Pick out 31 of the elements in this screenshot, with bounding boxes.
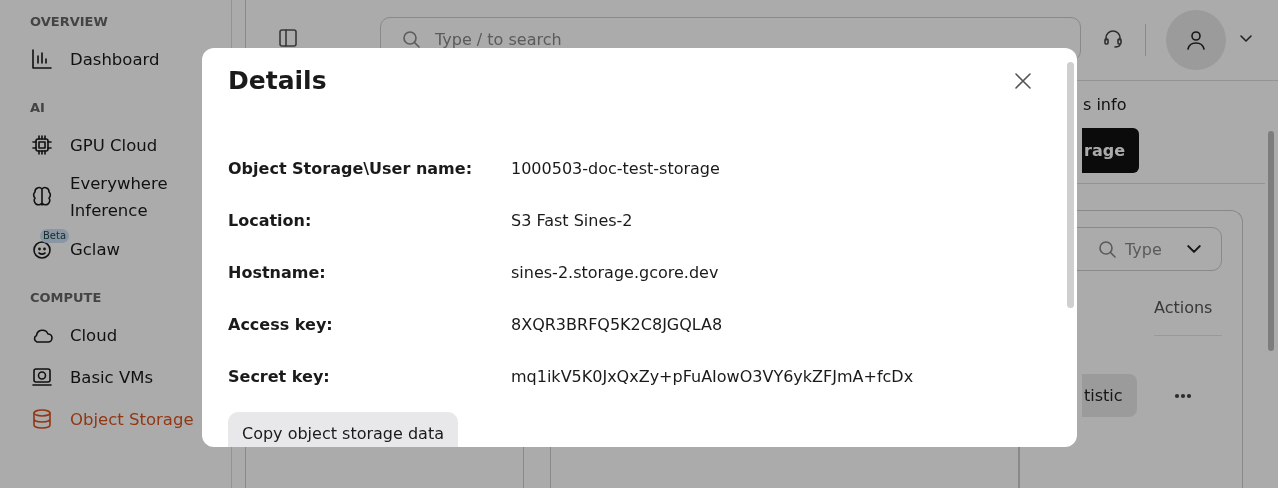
beta-badge: Beta — [40, 229, 70, 243]
primary-button[interactable]: rage — [1082, 128, 1139, 173]
info-text: s info — [1083, 95, 1128, 114]
field-value: 1000503-doc-test-storage — [511, 159, 721, 178]
field-label: Location: — [228, 211, 313, 230]
bar-chart-icon — [30, 47, 54, 71]
scrollbar-thumb[interactable] — [1268, 131, 1274, 351]
field-value: sines-2.storage.gcore.dev — [511, 263, 720, 282]
section-heading: AI — [30, 100, 46, 116]
section-heading: COMPUTE — [30, 290, 103, 306]
copy-button[interactable]: Copy object storage data — [228, 412, 458, 447]
sidebar-item[interactable]: GPU Cloud — [30, 128, 231, 162]
field-value: 8XQR3BRFQ5K2C8JGQLA8 — [511, 315, 724, 334]
field-label: Access key: — [228, 315, 334, 334]
dialog-title: Details — [228, 66, 327, 95]
field-label: Hostname: — [228, 263, 327, 282]
database-icon — [30, 407, 54, 431]
brain-icon — [30, 185, 54, 209]
chevron-down-icon — [1187, 245, 1201, 253]
monitor-icon — [30, 365, 54, 389]
field-value: S3 Fast Sines-2 — [511, 211, 634, 230]
scrollbar-thumb[interactable] — [1067, 62, 1074, 308]
field-label: Secret key: — [228, 367, 331, 386]
field-label: Object Storage\User name: — [228, 159, 474, 178]
chip-icon — [30, 133, 54, 157]
field-value: mq1ikV5K0JxQxZy+pFuAIowO3VY6ykZFJmA+fcDx — [511, 367, 915, 386]
statistic-button[interactable]: tistic — [1082, 374, 1137, 417]
section-heading: OVERVIEW — [30, 14, 109, 30]
sidebar-item[interactable]: Beta Gclaw — [30, 232, 231, 266]
sidebar-item[interactable]: Dashboard — [30, 42, 231, 76]
column-header: Actions — [1154, 298, 1213, 317]
